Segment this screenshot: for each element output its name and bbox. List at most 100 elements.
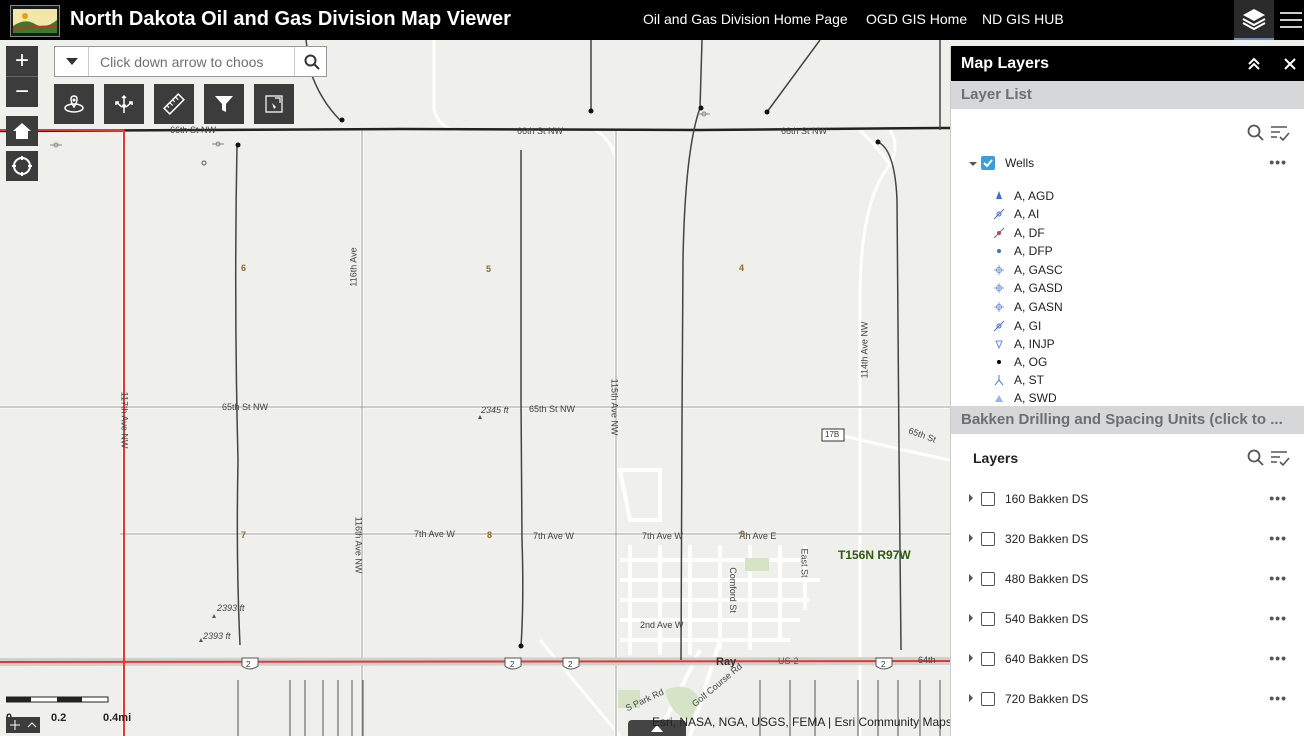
zoom-in-button[interactable]: +	[6, 46, 38, 76]
search-button[interactable]	[294, 47, 328, 76]
crosshair-icon	[12, 156, 32, 176]
draw-tool-button[interactable]	[254, 84, 294, 124]
road-label: 114th Ave NW	[859, 321, 870, 379]
highway-shield-label: 17B	[825, 430, 840, 439]
elevation-label: 2345 ft	[481, 405, 509, 415]
expand-caret[interactable]	[969, 534, 973, 542]
search-source-dropdown[interactable]	[55, 47, 89, 76]
well-gasc-icon	[991, 263, 1007, 277]
town-label: Ray	[716, 656, 737, 668]
layer-checkbox[interactable]	[981, 532, 995, 546]
identify-tool-button[interactable]	[54, 84, 94, 124]
search-icon[interactable]	[1247, 449, 1265, 467]
expand-caret[interactable]	[969, 654, 973, 662]
expand-caret[interactable]	[969, 494, 973, 502]
road-label: East St	[799, 548, 810, 578]
well-df-icon	[991, 226, 1007, 240]
search-input[interactable]	[89, 47, 294, 76]
layer-row-640-bakken[interactable]: 640 Bakken DS •••	[951, 646, 1304, 674]
road-label: 7th Ave W	[533, 531, 574, 541]
bakken-units-heading[interactable]: Bakken Drilling and Spacing Units (click…	[951, 406, 1304, 434]
expand-caret[interactable]	[969, 694, 973, 702]
layer-checkbox[interactable]	[981, 572, 995, 586]
home-button[interactable]	[6, 116, 38, 146]
layer-checkbox[interactable]	[981, 492, 995, 506]
locate-button[interactable]	[6, 151, 38, 181]
legend-label: A, INJP	[1014, 337, 1055, 351]
expand-caret[interactable]	[969, 614, 973, 622]
collapse-icon[interactable]	[1247, 57, 1261, 71]
close-icon[interactable]	[1284, 58, 1296, 70]
legend-label: A, DF	[1014, 226, 1045, 240]
link-ogd-gis-home[interactable]: OGD GIS Home	[866, 11, 967, 27]
legend-item: A, SWD	[991, 389, 1057, 407]
layer-checkbox[interactable]	[981, 612, 995, 626]
measure-tool-button[interactable]	[154, 84, 194, 124]
layer-label: 540 Bakken DS	[1005, 612, 1089, 626]
panel-header: Map Layers	[951, 46, 1304, 81]
layer-row-480-bakken[interactable]: 480 Bakken DS •••	[951, 566, 1304, 594]
layer-row-wells[interactable]: Wells •••	[951, 150, 1304, 178]
legend-item: A, INJP	[991, 335, 1055, 353]
road-label: 116th Ave NW	[353, 516, 364, 574]
chevron-up-icon	[27, 722, 36, 728]
legend-label: A, GASC	[1014, 263, 1063, 277]
layer-checkbox[interactable]	[981, 692, 995, 706]
link-ogd-home[interactable]: Oil and Gas Division Home Page	[643, 11, 848, 27]
expand-caret[interactable]	[969, 574, 973, 582]
legend-item: A, GASD	[991, 279, 1063, 297]
well-swd-icon	[991, 391, 1007, 405]
layer-checkbox[interactable]	[981, 652, 995, 666]
layers-heading: Layers	[973, 450, 1019, 466]
road-label: US-2	[778, 656, 799, 666]
layer-checkbox[interactable]	[981, 156, 995, 170]
road-label: 117th Ave NW	[119, 391, 130, 449]
search-icon[interactable]	[1247, 124, 1265, 142]
layer-row-160-bakken[interactable]: 160 Bakken DS •••	[951, 486, 1304, 514]
section-number: 5	[486, 264, 492, 274]
expand-caret[interactable]	[969, 162, 977, 166]
legend-item: A, AI	[991, 205, 1039, 223]
coordinate-toggle[interactable]	[6, 717, 40, 733]
layer-list-heading[interactable]: Layer List	[951, 81, 1304, 109]
filter-list-icon[interactable]	[1270, 449, 1290, 467]
legend-item: A, DFP	[991, 242, 1053, 260]
layer-options-button[interactable]: •••	[1269, 650, 1287, 666]
select-tool-button[interactable]	[104, 84, 144, 124]
filter-list-icon[interactable]	[1270, 124, 1290, 142]
road-label: 66th St NW	[781, 126, 828, 136]
road-label: 7th Ave W	[414, 529, 455, 539]
layer-options-button[interactable]: •••	[1269, 154, 1287, 170]
section-number: 8	[487, 530, 493, 540]
filter-icon	[215, 96, 233, 112]
layers-icon	[1242, 9, 1266, 31]
section-number: 6	[241, 263, 247, 273]
layer-options-button[interactable]: •••	[1269, 530, 1287, 546]
layer-row-540-bakken[interactable]: 540 Bakken DS •••	[951, 606, 1304, 634]
draw-icon	[265, 95, 283, 113]
road-label: 65th St NW	[222, 402, 269, 412]
layer-row-720-bakken[interactable]: 720 Bakken DS •••	[951, 686, 1304, 714]
road-label: 7th Ave W	[642, 531, 683, 541]
checkmark-icon	[983, 159, 993, 168]
legend-label: A, GI	[1014, 319, 1042, 333]
filter-tool-button[interactable]	[204, 84, 244, 124]
legend-item: A, GI	[991, 317, 1041, 335]
layer-options-button[interactable]: •••	[1269, 690, 1287, 706]
menu-icon	[1280, 12, 1302, 28]
zoom-out-button[interactable]: −	[6, 76, 38, 107]
link-nd-gis-hub[interactable]: ND GIS HUB	[982, 11, 1064, 27]
menu-button[interactable]	[1274, 0, 1304, 40]
well-og-icon	[991, 355, 1007, 369]
layer-options-button[interactable]: •••	[1269, 490, 1287, 506]
layer-options-button[interactable]: •••	[1269, 610, 1287, 626]
ruler-icon	[163, 93, 185, 115]
township-label: T156N R97W	[838, 548, 911, 562]
legend-label: A, AI	[1014, 207, 1040, 221]
road-label: 2nd Ave W	[640, 620, 684, 630]
well-injp-icon	[991, 337, 1007, 351]
layers-toggle-button[interactable]	[1234, 0, 1274, 40]
layer-options-button[interactable]: •••	[1269, 570, 1287, 586]
layer-row-320-bakken[interactable]: 320 Bakken DS •••	[951, 526, 1304, 554]
section-number: 7	[241, 530, 247, 540]
